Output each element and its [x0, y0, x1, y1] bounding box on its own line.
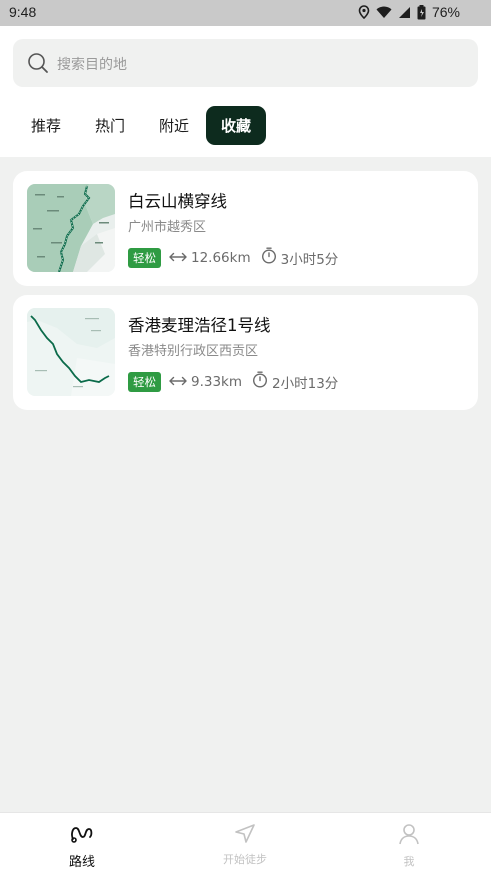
timer-icon — [252, 371, 272, 392]
nav-start-hiking[interactable]: 开始徒步 — [205, 823, 285, 867]
route-duration: 3小时5分 — [280, 251, 339, 268]
person-icon — [398, 823, 420, 849]
search-input[interactable]: 搜索目的地 — [13, 39, 478, 87]
distance-icon — [169, 374, 191, 390]
route-map-thumbnail — [27, 184, 115, 272]
route-meta: 轻松 12.66km 3小时5分 — [128, 247, 338, 268]
tab-recommended[interactable]: 推荐 — [14, 106, 78, 145]
tab-nearby[interactable]: 附近 — [142, 106, 206, 145]
status-bar: 9:48 76% — [0, 0, 491, 26]
route-location: 香港特别行政区西贡区 — [128, 344, 259, 359]
route-title: 白云山横穿线 — [128, 192, 227, 211]
route-card[interactable]: 香港麦理浩径1号线 香港特别行政区西贡区 轻松 9.33km 2小时13分 — [13, 295, 478, 410]
route-distance: 12.66km — [191, 249, 251, 266]
nav-routes[interactable]: 路线 — [42, 823, 122, 870]
route-card[interactable]: 白云山横穿线 广州市越秀区 轻松 12.66km 3小时5分 — [13, 171, 478, 286]
distance-icon — [169, 250, 191, 266]
status-icons: 76% — [358, 4, 460, 20]
timer-icon — [261, 247, 281, 268]
difficulty-badge: 轻松 — [128, 371, 161, 392]
nav-routes-label: 路线 — [68, 855, 95, 870]
search-icon — [27, 52, 49, 78]
route-title: 香港麦理浩径1号线 — [128, 316, 271, 335]
route-icon — [70, 823, 94, 847]
battery-percent: 76% — [431, 4, 460, 20]
signal-icon — [398, 6, 411, 19]
tab-popular[interactable]: 热门 — [78, 106, 142, 145]
nav-me[interactable]: 我 — [369, 823, 449, 869]
difficulty-badge: 轻松 — [128, 247, 161, 268]
route-distance: 9.33km — [191, 373, 243, 390]
location-icon — [358, 5, 370, 19]
header: 搜索目的地 推荐 热门 附近 收藏 — [0, 26, 491, 157]
bottom-navigation: 路线 开始徒步 我 — [0, 812, 491, 873]
nav-me-label: 我 — [403, 855, 415, 868]
nav-start-hiking-label: 开始徒步 — [223, 853, 267, 866]
status-time: 9:48 — [9, 4, 37, 20]
category-tabs: 推荐 热门 附近 收藏 — [14, 106, 267, 145]
route-map-thumbnail — [27, 308, 115, 396]
route-location: 广州市越秀区 — [128, 220, 207, 235]
route-duration: 2小时13分 — [272, 375, 339, 392]
navigation-arrow-icon — [234, 823, 256, 847]
route-meta: 轻松 9.33km 2小时13分 — [128, 371, 338, 392]
wifi-icon — [376, 6, 392, 19]
tab-favorites[interactable]: 收藏 — [206, 106, 267, 145]
battery-icon — [417, 4, 426, 20]
search-placeholder: 搜索目的地 — [57, 57, 127, 73]
